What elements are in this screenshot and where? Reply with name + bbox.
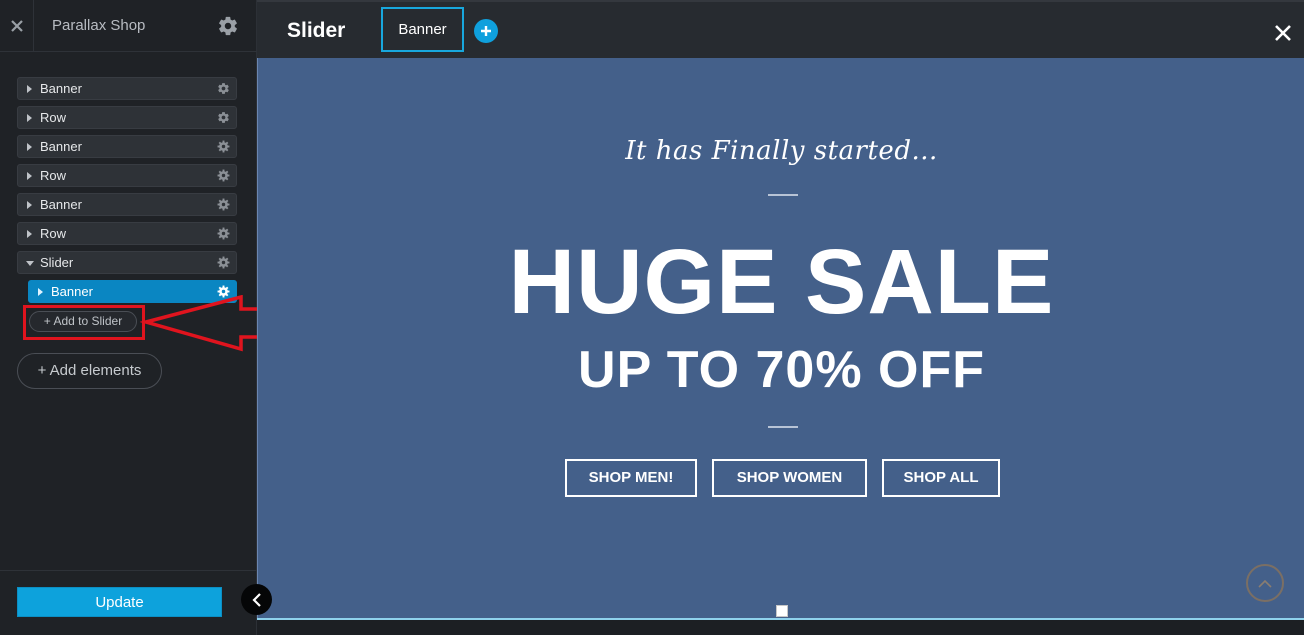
caret-down-icon[interactable] (26, 261, 34, 266)
banner-preview[interactable]: It has Finally started... HUGE SALE UP T… (257, 58, 1304, 620)
shop-all-button[interactable]: SHOP ALL (882, 459, 1000, 497)
chevron-up-icon (1258, 579, 1272, 588)
close-icon[interactable] (1274, 24, 1292, 42)
shop-men-button[interactable]: SHOP MEN! (565, 459, 697, 497)
element-toolbar: Slider Banner (257, 0, 1304, 58)
gear-icon[interactable] (217, 140, 230, 153)
caret-right-icon[interactable] (38, 288, 43, 296)
tree-item-slider[interactable]: Slider (17, 251, 237, 274)
update-button[interactable]: Update (17, 587, 222, 617)
shop-women-button[interactable]: SHOP WOMEN (712, 459, 867, 497)
caret-right-icon[interactable] (27, 143, 32, 151)
gear-icon[interactable] (217, 227, 230, 240)
gear-icon[interactable] (217, 198, 230, 211)
gear-icon[interactable] (217, 111, 230, 124)
tree-item-banner[interactable]: Banner (17, 77, 237, 100)
gear-icon[interactable] (217, 169, 230, 182)
gear-icon[interactable] (217, 256, 230, 269)
add-elements-button[interactable]: + Add elements (17, 353, 162, 389)
preview-bottom-border (257, 618, 1304, 620)
caret-right-icon[interactable] (27, 172, 32, 180)
caret-right-icon[interactable] (27, 114, 32, 122)
divider (768, 194, 798, 196)
tree-item-label: Row (40, 168, 67, 183)
tab-banner[interactable]: Banner (381, 7, 464, 52)
sidebar: Parallax Shop Banner Row Banner Row Bann… (0, 0, 344, 635)
tree-item-label: Row (40, 226, 67, 241)
banner-headline: HUGE SALE (508, 231, 1055, 333)
tree-item-banner[interactable]: Banner (17, 135, 237, 158)
collapse-sidebar-button[interactable] (241, 584, 272, 615)
chevron-left-icon (251, 592, 261, 607)
editor-window: Parallax Shop Banner Row Banner Row Bann… (0, 0, 1304, 635)
caret-right-icon[interactable] (27, 85, 32, 93)
banner-tagline: It has Finally started... (625, 136, 938, 166)
tree-item-label: Banner (40, 81, 82, 96)
sidebar-header: Parallax Shop (0, 0, 257, 52)
banner-subheadline: UP TO 70% OFF (578, 341, 985, 399)
tree-item-row[interactable]: Row (17, 106, 237, 129)
resize-handle[interactable] (776, 605, 788, 617)
tree-item-row[interactable]: Row (17, 222, 237, 245)
scroll-to-top-button[interactable] (1246, 564, 1284, 602)
highlight-box (23, 305, 145, 340)
add-slide-button[interactable] (474, 19, 498, 43)
tree-item-label: Slider (40, 255, 74, 270)
sidebar-footer: Update (0, 570, 257, 635)
divider (768, 426, 798, 428)
element-tree: Banner Row Banner Row Banner Row Slider … (17, 77, 237, 309)
tree-item-label: Banner (40, 139, 82, 154)
gear-icon[interactable] (217, 82, 230, 95)
tree-item-label: Banner (40, 197, 82, 212)
plus-icon (481, 26, 491, 36)
settings-gear-icon[interactable] (217, 15, 239, 37)
tree-item-label: Banner (51, 284, 93, 299)
close-editor-button[interactable] (0, 0, 34, 52)
element-title: Slider (287, 19, 346, 42)
site-title: Parallax Shop (52, 17, 146, 34)
tree-item-banner[interactable]: Banner (17, 193, 237, 216)
tree-item-row[interactable]: Row (17, 164, 237, 187)
tree-item-label: Row (40, 110, 67, 125)
caret-right-icon[interactable] (27, 201, 32, 209)
caret-right-icon[interactable] (27, 230, 32, 238)
close-icon (10, 20, 23, 32)
